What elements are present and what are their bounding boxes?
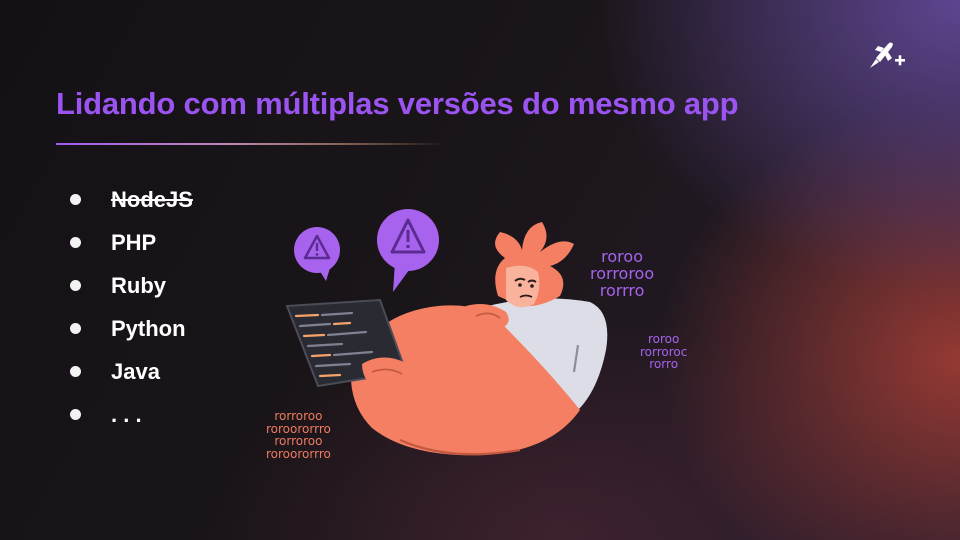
title-divider [56,143,446,145]
bullet-label-more: . . . [111,401,142,427]
list-item: . . . [70,393,193,436]
bullet-label-ruby: Ruby [111,272,166,298]
bullet-label-python: Python [111,315,186,341]
code-snippet-right-mid: roroo rorroroc rorro [640,332,688,372]
list-item: PHP [70,221,193,264]
list-item: Java [70,350,193,393]
brand-logo-icon [870,42,905,68]
bullet-dot [70,280,81,291]
warning-bubble-right [377,209,439,292]
bullet-dot [70,409,81,420]
code-snippet-right-top: roroo rorroroo rorrro [590,247,655,300]
bullet-label-java: Java [111,358,160,384]
bullet-list: NodeJS PHP Ruby Python Java . . . [70,178,193,436]
code-snippet-bottom-left: rorroroo roroororrro rorroroo roroororrr… [266,409,331,461]
bullet-label-nodejs: NodeJS [111,186,193,212]
bullet-dot [70,237,81,248]
list-item: Ruby [70,264,193,307]
list-item: NodeJS [70,178,193,221]
bullet-dot [70,323,81,334]
bullet-dot [70,366,81,377]
bullet-label-php: PHP [111,229,157,255]
list-item: Python [70,307,193,350]
warning-bubble-left [294,227,340,281]
page-title: Lidando com múltiplas versões do mesmo a… [56,86,739,121]
bullet-dot [70,194,81,205]
